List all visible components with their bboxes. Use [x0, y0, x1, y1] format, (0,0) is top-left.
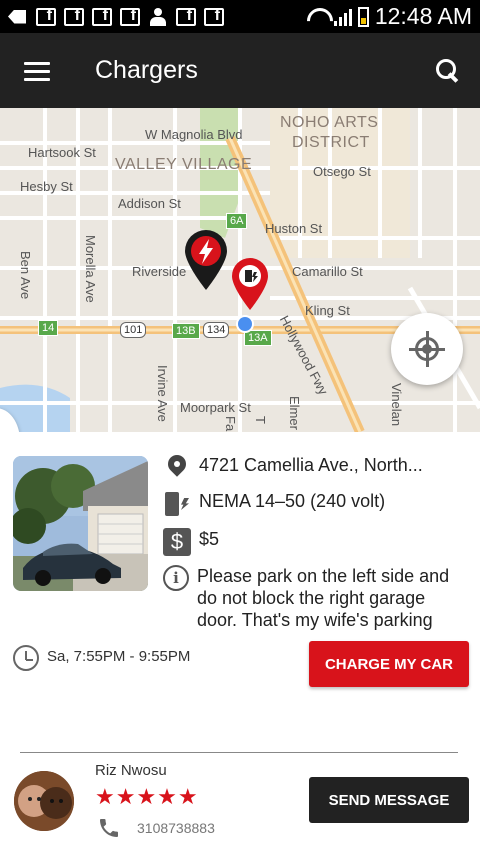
- app-bar: Chargers: [0, 33, 480, 108]
- plug-type-text: NEMA 14–50 (240 volt): [199, 491, 386, 511]
- map-label-hesby: Hesby St: [20, 179, 73, 194]
- clock-time: 12:48 AM: [374, 3, 472, 29]
- map-label-otsego: Otsego St: [313, 164, 371, 179]
- avatar: [14, 771, 74, 831]
- map-label-fa: Fa: [223, 416, 238, 432]
- host-name: Riz Nwosu: [95, 762, 167, 779]
- back-notification-icon: [8, 8, 28, 26]
- divider: [20, 752, 458, 753]
- map-label-vineland: Vinelan: [389, 383, 404, 427]
- search-icon[interactable]: [436, 59, 460, 83]
- price-row: $ $5: [163, 528, 219, 556]
- availability-time: Sa, 7:55PM - 9:55PM: [47, 648, 191, 665]
- price-text: $5: [199, 529, 220, 549]
- rating-stars: ★★★★★: [95, 784, 199, 809]
- facebook-icon: [64, 7, 84, 26]
- shield-14: 14: [38, 320, 59, 336]
- notification-icons: [8, 7, 224, 26]
- dollar-icon: $: [163, 528, 191, 556]
- current-location-dot: [236, 315, 254, 333]
- facebook-icon: [92, 7, 112, 26]
- address-row: 4721 Camellia Ave., North...: [163, 454, 423, 482]
- info-icon: i: [163, 565, 189, 591]
- map-label-riverside: Riverside: [132, 264, 187, 279]
- shield-6a: 6A: [226, 213, 248, 229]
- shield-13b: 13B: [172, 323, 200, 339]
- map-label-morella: Morella Ave: [83, 235, 98, 303]
- map-label-valley-village: VALLEY VILLAGE: [115, 156, 253, 173]
- map-label-noho-2: DISTRICT: [292, 134, 370, 151]
- charger-marker-selected[interactable]: [183, 230, 229, 292]
- charger-marker[interactable]: [231, 258, 269, 312]
- map-label-t: T: [253, 416, 268, 424]
- charge-my-car-button[interactable]: CHARGE MY CAR: [309, 641, 469, 687]
- map-label-camarillo: Camarillo St: [292, 264, 363, 279]
- charger-photo: [13, 456, 148, 591]
- shield-101: 101: [120, 322, 147, 338]
- facebook-icon: [36, 7, 56, 26]
- wifi-icon: [306, 8, 328, 26]
- send-message-button[interactable]: SEND MESSAGE: [309, 777, 469, 823]
- facebook-icon: [204, 7, 224, 26]
- page-title: Chargers: [95, 56, 198, 84]
- map-label-ben-ave: Ben Ave: [18, 251, 33, 300]
- signal-icon: [333, 8, 352, 26]
- note-text: Please park on the left side and do not …: [197, 566, 450, 630]
- plug-row: NEMA 14–50 (240 volt): [163, 490, 385, 518]
- plug-type-icon: [163, 490, 191, 518]
- clock-icon: [13, 645, 39, 671]
- phone-number[interactable]: 3108738883: [137, 820, 215, 836]
- map-label-hartsook: Hartsook St: [28, 145, 96, 160]
- shield-134: 134: [203, 322, 230, 338]
- status-bar: 12:48 AM: [0, 0, 480, 33]
- battery-icon: [357, 6, 369, 27]
- map-label-w-magnolia: W Magnolia Blvd: [145, 127, 243, 142]
- location-pin-icon: [163, 454, 191, 482]
- address-text: 4721 Camellia Ave., North...: [199, 455, 423, 475]
- map-label-noho-1: NOHO ARTS: [280, 114, 379, 131]
- note-row: i Please park on the left side and do no…: [163, 565, 468, 631]
- map-label-huston: Huston St: [265, 221, 323, 236]
- my-location-button[interactable]: [391, 313, 463, 385]
- map-label-irvine: Irvine Ave: [155, 365, 170, 422]
- map-label-addison: Addison St: [118, 196, 181, 211]
- map-label-kling: Kling St: [305, 303, 350, 318]
- menu-icon[interactable]: [24, 61, 50, 81]
- map-label-moorpark: Moorpark St: [180, 400, 251, 415]
- phone-icon[interactable]: [97, 816, 121, 840]
- map-label-elmer: Elmer: [287, 396, 302, 430]
- person-icon: [148, 7, 168, 26]
- facebook-icon: [120, 7, 140, 26]
- facebook-icon: [176, 7, 196, 26]
- charger-details: 4721 Camellia Ave., North... NEMA 14–50 …: [0, 432, 480, 854]
- map-view[interactable]: W Magnolia Blvd NOHO ARTS DISTRICT Harts…: [0, 108, 480, 432]
